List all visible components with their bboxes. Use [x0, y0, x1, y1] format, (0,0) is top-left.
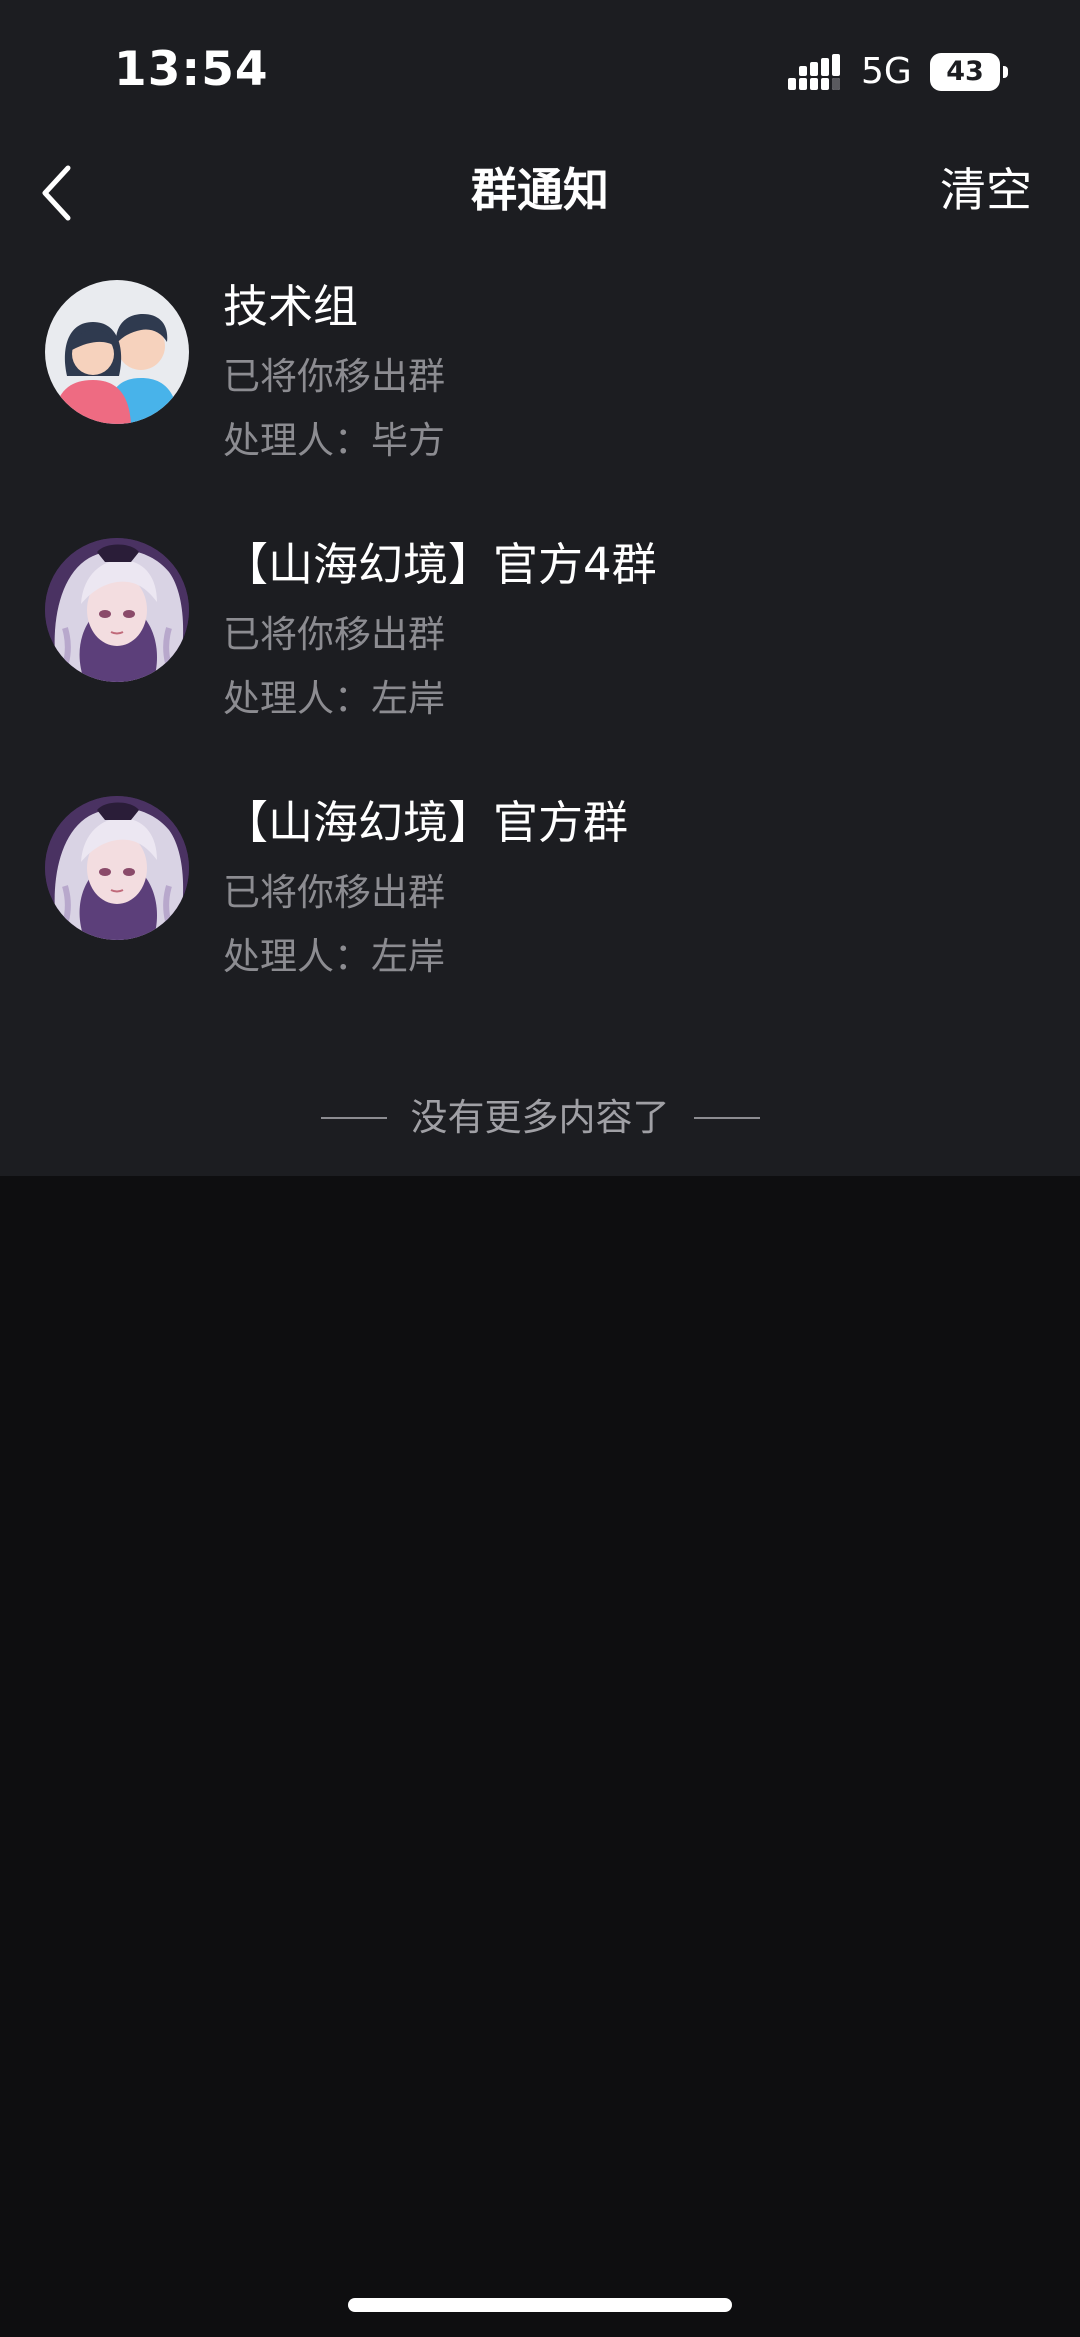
anime-character-avatar-icon	[45, 796, 189, 940]
page-title: 群通知	[471, 163, 609, 217]
battery-indicator: 43	[930, 53, 1000, 91]
cellular-signal-icon	[788, 54, 840, 90]
home-indicator[interactable]	[348, 2298, 732, 2312]
notice-item[interactable]: 技术组 已将你移出群 处理人：毕方	[0, 270, 1080, 528]
notice-item[interactable]: 【山海幻境】官方4群 已将你移出群 处理人：左岸	[0, 528, 1080, 786]
notice-action: 已将你移出群	[223, 613, 445, 656]
divider-line	[320, 1117, 387, 1119]
screen: 13:54 5G 43 群通知 清空 技术组 已将你移出群 处理人：毕方 【山海…	[0, 0, 1080, 2337]
group-name: 【山海幻境】官方群	[223, 796, 629, 849]
default-group-avatar-icon	[45, 280, 189, 424]
group-name: 【山海幻境】官方4群	[223, 538, 657, 591]
notice-handler: 处理人：左岸	[223, 935, 445, 978]
group-name: 技术组	[223, 280, 359, 333]
status-time: 13:54	[114, 42, 269, 97]
notice-handler: 处理人：毕方	[223, 419, 445, 462]
battery-tip	[1003, 66, 1008, 78]
notice-list: 技术组 已将你移出群 处理人：毕方 【山海幻境】官方4群 已将你移出群 处理人：…	[0, 270, 1080, 1044]
divider-line	[693, 1117, 760, 1119]
notice-action: 已将你移出群	[223, 871, 445, 914]
navigation-bar: 群通知 清空	[0, 140, 1080, 240]
end-of-list-text: 没有更多内容了	[410, 1096, 670, 1139]
group-avatar[interactable]	[45, 538, 189, 682]
notice-action: 已将你移出群	[223, 355, 445, 398]
clear-button[interactable]: 清空	[940, 162, 1032, 218]
content-panel: 13:54 5G 43 群通知 清空 技术组 已将你移出群 处理人：毕方 【山海…	[0, 0, 1080, 1176]
notice-handler: 处理人：左岸	[223, 677, 445, 720]
notice-item[interactable]: 【山海幻境】官方群 已将你移出群 处理人：左岸	[0, 786, 1080, 1044]
group-avatar[interactable]	[45, 796, 189, 940]
group-avatar[interactable]	[45, 280, 189, 424]
end-of-list-marker: 没有更多内容了	[0, 1090, 1080, 1146]
network-type: 5G	[861, 51, 912, 92]
anime-character-avatar-icon	[45, 538, 189, 682]
status-bar: 13:54 5G 43	[0, 0, 1080, 130]
